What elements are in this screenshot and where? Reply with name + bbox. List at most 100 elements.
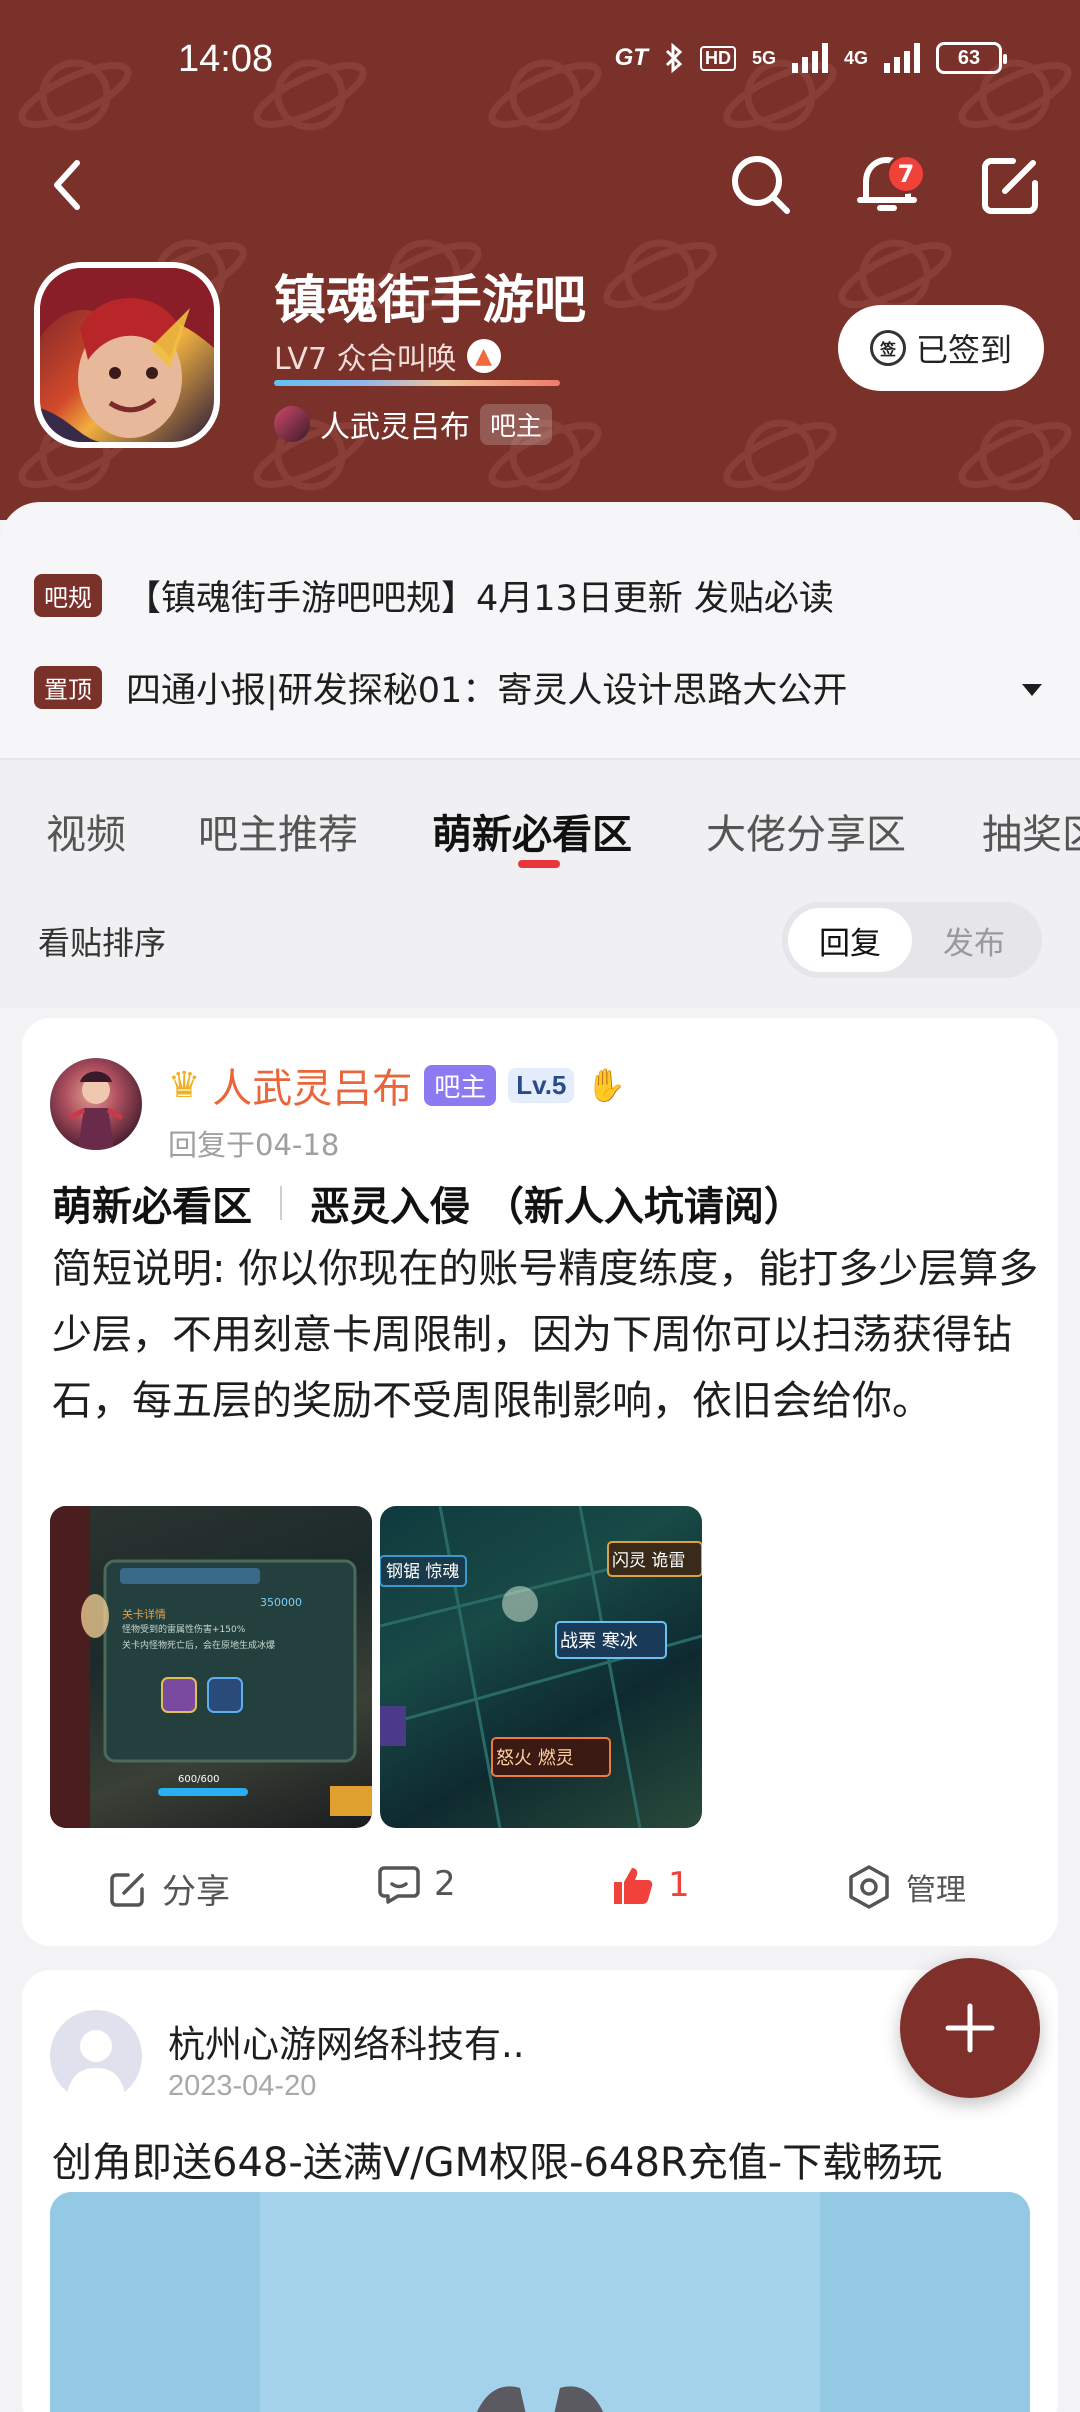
tab-expert-share[interactable]: 大佬分享区 [706, 802, 906, 860]
author-avatar-art [68, 1071, 124, 1150]
author-name[interactable]: 人武灵吕布 [212, 1056, 412, 1114]
search-button[interactable] [716, 140, 806, 230]
search-icon [732, 156, 790, 214]
forum-header: 14:08 GT HD 5G 4G 63 7 镇魂街手游吧 LV7 众合叫唤 ▲… [0, 0, 1080, 520]
post-body: 简短说明: 你以你现在的账号精度练度，能打多少层算多少层，不用刻意卡周限制，因为… [52, 1246, 1039, 1424]
author-avatar[interactable] [50, 1058, 142, 1150]
signal-4g-icon [884, 43, 920, 73]
compose-button[interactable] [966, 140, 1056, 230]
forum-level-label: LV7 众合叫唤 [274, 342, 457, 377]
like-count: 1 [668, 1865, 690, 1905]
post-image[interactable] [50, 2192, 1030, 2412]
level-progress-bar [274, 380, 560, 386]
thumb2-label-flash: 闪灵 诡雷 [612, 1551, 685, 1571]
tab-video[interactable]: 视频 [46, 802, 126, 860]
forum-avatar-art [40, 268, 214, 442]
thumb1-hp: 600/600 [178, 1774, 220, 1785]
like-button[interactable]: 1 [610, 1864, 690, 1906]
status-icons: GT HD 5G 4G 63 [614, 42, 1007, 74]
expand-notices-icon[interactable] [1022, 684, 1042, 696]
post-image-1[interactable]: 关卡详情 350000 怪物受到的雷属性伤害+150% 关卡内怪物死亡后，会在原… [50, 1506, 372, 1828]
thumb2-label-ice: 战栗 寒冰 [560, 1631, 638, 1652]
tab-lottery[interactable]: 抽奖区 [982, 802, 1080, 860]
thumb1-diamonds: 350000 [260, 1596, 302, 1609]
notification-badge: 7 [886, 154, 926, 194]
manage-label: 管理 [906, 1873, 966, 1908]
forum-avatar[interactable] [34, 262, 220, 448]
sort-by-publish[interactable]: 发布 [912, 908, 1036, 972]
comment-button[interactable]: 2 [378, 1864, 456, 1904]
crown-icon: ♛ [168, 1064, 201, 1106]
notice-tag-rules: 吧规 [34, 574, 102, 617]
back-button[interactable] [22, 140, 112, 230]
game-screenshot-2: 钢锯 惊魂 闪灵 诡雷 战栗 寒冰 怒火 燃灵 [380, 1506, 702, 1828]
post-category: 萌新必看区 [52, 1184, 252, 1230]
thumb1-bonus: 怪物受到的雷属性伤害+150% [122, 1623, 246, 1635]
thumb1-rule: 关卡内怪物死亡后，会在原地生成冰爆 [122, 1639, 275, 1651]
post-card[interactable]: ♛ 人武灵吕布 吧主 Lv.5 ✋ 回复于04-18 萌新必看区 恶灵入侵 （新… [22, 1018, 1058, 1946]
bluetooth-icon [665, 42, 683, 74]
new-post-button[interactable] [900, 1958, 1040, 2098]
notice-panel: 吧规 【镇魂街手游吧吧规】4月13日更新 发贴必读 置顶 四通小报|研发探秘01… [0, 502, 1080, 758]
svg-text:关卡详情: 关卡详情 [122, 1607, 166, 1621]
author-row: ♛ 人武灵吕布 吧主 Lv.5 ✋ [168, 1056, 626, 1114]
owner-avatar [274, 406, 310, 442]
notice-rules[interactable]: 吧规 【镇魂街手游吧吧规】4月13日更新 发贴必读 [34, 570, 834, 621]
status-bar: 14:08 GT HD 5G 4G 63 [0, 0, 1080, 120]
forum-level[interactable]: LV7 众合叫唤 ▲ [274, 334, 501, 378]
post-title[interactable]: 创角即送648-送满V/GM权限-648R充值-下载畅玩 [52, 2130, 942, 2188]
author-name[interactable]: 杭州心游网络科技有.. [168, 2014, 525, 2068]
rocket-icon: ▲ [466, 339, 501, 373]
status-time: 14:08 [178, 38, 274, 80]
signin-icon: 签 [869, 330, 906, 366]
plus-icon [945, 2003, 995, 2053]
network-5g-label: 5G [751, 47, 776, 68]
manage-icon [849, 1865, 889, 1909]
share-icon [110, 1872, 144, 1907]
thumbs-up-icon [614, 1868, 653, 1904]
network-4g-label: 4G [843, 47, 868, 68]
tab-owner-recommend[interactable]: 吧主推荐 [198, 802, 358, 860]
author-avatar[interactable] [50, 2010, 142, 2102]
chevron-left-icon [54, 160, 80, 210]
signal-5g-icon [791, 43, 828, 73]
post-image-art [50, 2192, 1030, 2412]
notifications-button[interactable]: 7 [842, 140, 932, 230]
comment-count: 2 [434, 1864, 456, 1904]
post-date: 2023-04-20 [168, 2070, 317, 2102]
default-avatar-icon [66, 2030, 126, 2102]
sort-by-reply[interactable]: 回复 [788, 908, 912, 972]
share-button[interactable]: 分享 [108, 1864, 230, 1913]
signin-label: 已签到 [915, 331, 1012, 369]
edit-icon [982, 158, 1038, 214]
comment-icon [378, 1866, 420, 1904]
signin-button[interactable]: 签 已签到 [838, 305, 1044, 391]
active-tab-indicator [518, 860, 560, 868]
owner-tag: 吧主 [480, 403, 553, 445]
forum-title: 镇魂街手游吧 [274, 271, 587, 331]
owner-badge: 吧主 [424, 1064, 497, 1106]
tab-newbie-zone[interactable]: 萌新必看区 [432, 802, 632, 860]
level-badge: Lv.5 [508, 1067, 575, 1103]
top-nav: 7 [0, 140, 1080, 230]
post-image-2[interactable]: 钢锯 惊魂 闪灵 诡雷 战栗 寒冰 怒火 燃灵 [380, 1506, 702, 1828]
hd-indicator: HD [699, 45, 736, 71]
fans-badge-icon: ✋ [586, 1066, 627, 1104]
share-label: 分享 [162, 1872, 230, 1912]
owner-name: 人武灵吕布 [320, 410, 470, 445]
battery-icon: 63 [936, 42, 1007, 74]
notice-tag-pinned: 置顶 [34, 666, 102, 709]
sort-label: 看贴排序 [38, 924, 167, 962]
sort-row: 看贴排序 回复 发布 [0, 868, 1080, 1008]
post-time: 回复于04-18 [168, 1128, 340, 1162]
post-title[interactable]: 萌新必看区 恶灵入侵 （新人入坑请阅） [52, 1174, 804, 1232]
post-actions: 分享 2 1 管理 [22, 1858, 1058, 1918]
notice-pinned-text: 四通小报|研发探秘01：寄灵人设计思路大公开 [126, 671, 848, 711]
thumb2-label-fire: 怒火 燃灵 [496, 1748, 574, 1769]
sort-toggle: 回复 发布 [782, 902, 1042, 978]
notice-pinned[interactable]: 置顶 四通小报|研发探秘01：寄灵人设计思路大公开 [34, 662, 847, 713]
game-screenshot-1: 关卡详情 350000 怪物受到的雷属性伤害+150% 关卡内怪物死亡后，会在原… [50, 1506, 372, 1828]
forum-owner[interactable]: 人武灵吕布 吧主 [274, 402, 553, 446]
gt-icon: GT [614, 44, 648, 71]
manage-button[interactable]: 管理 [846, 1864, 966, 1910]
